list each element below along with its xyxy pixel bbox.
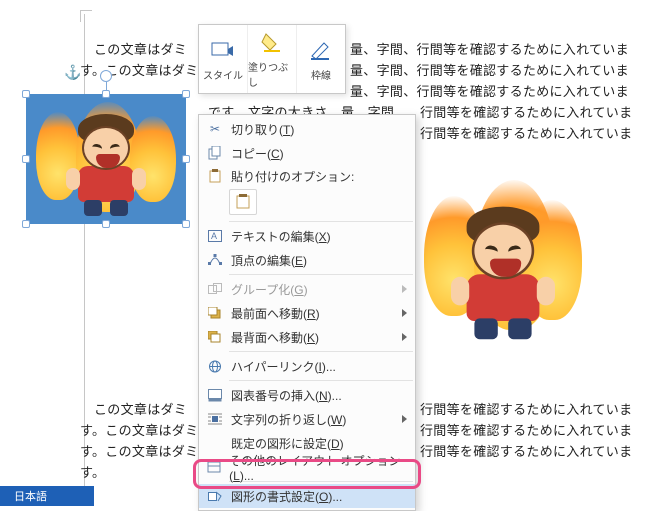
body-text: す。この文章はダミ bbox=[80, 421, 198, 440]
menu-send-back[interactable]: 最背面へ移動(K) bbox=[199, 325, 415, 349]
edit-text-icon: A bbox=[205, 227, 225, 245]
menu-more-layout[interactable]: その他のレイアウト オプション(L)... bbox=[199, 455, 415, 479]
menu-label: グループ化(G) bbox=[231, 281, 308, 298]
menu-label: 頂点の編集(E) bbox=[231, 252, 307, 269]
group-icon bbox=[205, 280, 225, 298]
resize-handle[interactable] bbox=[182, 90, 190, 98]
bring-front-icon bbox=[205, 304, 225, 322]
submenu-arrow-icon bbox=[402, 285, 407, 293]
body-text: 行間等を確認するために入れていま bbox=[420, 421, 632, 440]
resize-handle[interactable] bbox=[182, 220, 190, 228]
menu-label: 最背面へ移動(K) bbox=[231, 329, 319, 346]
status-language: 日本語 bbox=[14, 488, 47, 504]
resize-handle[interactable] bbox=[22, 220, 30, 228]
menu-label: ハイパーリンク(I)... bbox=[231, 358, 336, 375]
inline-image-boy-fire[interactable] bbox=[418, 172, 588, 342]
menu-copy[interactable]: コピー(C) bbox=[199, 141, 415, 165]
menu-label: 図表番号の挿入(N)... bbox=[231, 387, 342, 404]
mini-toolbar: スタイル 塗りつぶし 枠線 bbox=[198, 24, 346, 94]
paste-options-row bbox=[199, 187, 415, 219]
status-bar: 日本語 bbox=[0, 486, 94, 506]
cut-icon: ✂ bbox=[205, 120, 225, 138]
resize-handle[interactable] bbox=[182, 155, 190, 163]
body-text: す。この文章はダミ bbox=[80, 442, 198, 461]
menu-label: 文字列の折り返し(W) bbox=[231, 411, 346, 428]
style-icon bbox=[210, 37, 236, 63]
style-label: スタイル bbox=[203, 67, 243, 82]
selected-image[interactable] bbox=[26, 94, 186, 224]
menu-hyperlink[interactable]: ハイパーリンク(I)... bbox=[199, 354, 415, 378]
menu-label: テキストの編集(X) bbox=[231, 228, 331, 245]
send-back-icon bbox=[205, 328, 225, 346]
body-text: 量、字間、行間等を確認するために入れていま bbox=[350, 82, 629, 101]
menu-label: 切り取り(T) bbox=[231, 121, 294, 138]
paste-icon bbox=[205, 167, 225, 185]
context-menu: ✂ 切り取り(T) コピー(C) 貼り付けのオプション: A テキストの編集(X… bbox=[198, 114, 416, 511]
menu-label: 既定の図形に設定(D) bbox=[231, 435, 344, 452]
body-text: 量、字間、行間等を確認するために入れていま bbox=[350, 61, 629, 80]
outline-icon bbox=[308, 37, 334, 63]
menu-format-shape[interactable]: 図形の書式設定(O)... bbox=[199, 484, 415, 508]
separator bbox=[229, 380, 413, 381]
resize-handle[interactable] bbox=[102, 90, 110, 98]
default-shape-icon bbox=[205, 434, 225, 452]
fill-icon bbox=[259, 29, 285, 55]
separator bbox=[229, 274, 413, 275]
menu-edit-points[interactable]: 頂点の編集(E) bbox=[199, 248, 415, 272]
rotate-handle[interactable] bbox=[100, 70, 112, 82]
outline-label: 枠線 bbox=[311, 67, 331, 82]
outline-button[interactable]: 枠線 bbox=[297, 25, 345, 93]
menu-group: グループ化(G) bbox=[199, 277, 415, 301]
body-text: この文章はダミ bbox=[94, 40, 187, 59]
menu-label: 貼り付けのオプション: bbox=[231, 168, 354, 185]
resize-handle[interactable] bbox=[102, 220, 110, 228]
edit-points-icon bbox=[205, 251, 225, 269]
style-button[interactable]: スタイル bbox=[199, 25, 248, 93]
body-text: す。この文章はダミ bbox=[80, 61, 198, 80]
menu-cut[interactable]: ✂ 切り取り(T) bbox=[199, 117, 415, 141]
hyperlink-icon bbox=[205, 357, 225, 375]
caption-icon bbox=[205, 386, 225, 404]
resize-handle[interactable] bbox=[22, 155, 30, 163]
copy-icon bbox=[205, 144, 225, 162]
body-text: この文章はダミ bbox=[94, 400, 187, 419]
body-text: 行間等を確認するために入れていま bbox=[420, 103, 632, 122]
menu-bring-front[interactable]: 最前面へ移動(R) bbox=[199, 301, 415, 325]
page-corner-mark bbox=[80, 10, 92, 22]
menu-label: 図形の書式設定(O)... bbox=[231, 488, 342, 505]
separator bbox=[229, 221, 413, 222]
fill-button[interactable]: 塗りつぶし bbox=[248, 25, 297, 93]
body-text: 量、字間、行間等を確認するために入れていま bbox=[350, 40, 629, 59]
layout-icon bbox=[205, 458, 223, 476]
submenu-arrow-icon bbox=[402, 415, 407, 423]
svg-text:A: A bbox=[211, 231, 217, 241]
menu-label: 最前面へ移動(R) bbox=[231, 305, 320, 322]
separator bbox=[229, 351, 413, 352]
paste-option-picture[interactable] bbox=[229, 189, 257, 215]
body-text: す。 bbox=[80, 463, 105, 482]
resize-handle[interactable] bbox=[22, 90, 30, 98]
format-shape-icon bbox=[205, 487, 225, 505]
menu-label: コピー(C) bbox=[231, 145, 284, 162]
menu-edit-text[interactable]: A テキストの編集(X) bbox=[199, 224, 415, 248]
menu-text-wrap[interactable]: 文字列の折り返し(W) bbox=[199, 407, 415, 431]
fill-label: 塗りつぶし bbox=[248, 59, 296, 89]
menu-paste-options-header: 貼り付けのオプション: bbox=[199, 165, 415, 187]
submenu-arrow-icon bbox=[402, 333, 407, 341]
submenu-arrow-icon bbox=[402, 309, 407, 317]
body-text: 行間等を確認するために入れていま bbox=[420, 124, 632, 143]
menu-insert-caption[interactable]: 図表番号の挿入(N)... bbox=[199, 383, 415, 407]
body-text: 行間等を確認するために入れていま bbox=[420, 442, 632, 461]
wrap-icon bbox=[205, 410, 225, 428]
object-anchor-icon: ⚓ bbox=[64, 64, 81, 81]
body-text: 行間等を確認するために入れていま bbox=[420, 400, 632, 419]
menu-label: その他のレイアウト オプション(L)... bbox=[229, 452, 407, 483]
